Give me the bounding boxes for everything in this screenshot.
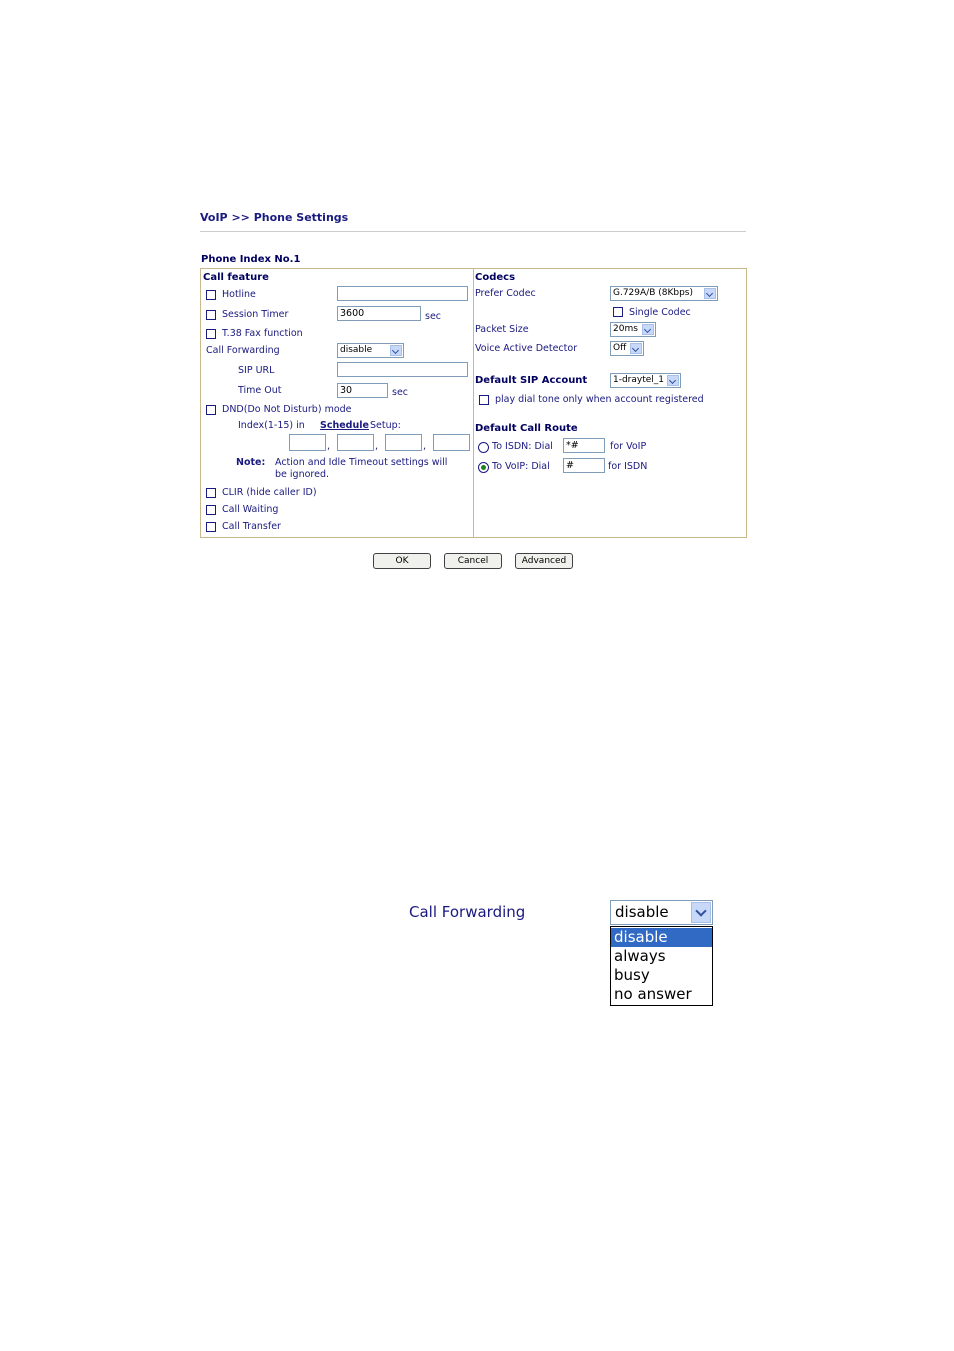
call-transfer-checkbox[interactable] xyxy=(206,522,216,532)
call-transfer-label: Call Transfer xyxy=(222,521,281,532)
page-title: VoIP >> Phone Settings xyxy=(200,211,349,224)
session-timer-label: Session Timer xyxy=(222,309,289,320)
ok-button[interactable]: OK xyxy=(373,553,431,569)
dropdown-option-busy[interactable]: busy xyxy=(611,966,712,985)
schedule-link[interactable]: Schedule xyxy=(320,420,369,431)
advanced-button[interactable]: Advanced xyxy=(515,553,573,569)
packet-size-select[interactable]: 20ms xyxy=(610,322,656,337)
single-codec-checkbox[interactable] xyxy=(613,307,623,317)
call-forwarding-value: disable xyxy=(340,345,373,355)
dial-tone-label: play dial tone only when account registe… xyxy=(495,394,704,405)
to-voip-suffix: for ISDN xyxy=(608,461,648,472)
schedule-separator: , xyxy=(375,441,379,452)
note-text-line1: Action and Idle Timeout settings will xyxy=(275,457,448,468)
vad-value: Off xyxy=(613,343,627,353)
title-divider xyxy=(200,231,746,232)
call-forwarding-label: Call Forwarding xyxy=(206,345,280,356)
time-out-label: Time Out xyxy=(238,385,282,396)
phone-index-title: Phone Index No.1 xyxy=(201,254,301,265)
hotline-input[interactable] xyxy=(337,286,468,301)
dropdown-option-disable[interactable]: disable xyxy=(611,928,712,947)
chevron-down-icon xyxy=(691,902,711,923)
single-codec-label: Single Codec xyxy=(629,307,691,318)
chevron-down-icon xyxy=(642,324,654,335)
prefer-codec-label: Prefer Codec xyxy=(475,288,536,299)
note-label: Note: xyxy=(236,457,266,468)
zoom-call-forwarding-label: Call Forwarding xyxy=(409,903,526,921)
default-sip-heading: Default SIP Account xyxy=(475,375,588,386)
dial-tone-checkbox[interactable] xyxy=(479,395,489,405)
chevron-down-icon xyxy=(704,288,716,299)
session-timer-checkbox[interactable] xyxy=(206,310,216,320)
session-timer-input[interactable]: 3600 xyxy=(337,306,421,321)
default-sip-value: 1-draytel_1 xyxy=(613,375,665,385)
schedule-prefix: Index(1-15) in xyxy=(238,420,305,431)
call-waiting-checkbox[interactable] xyxy=(206,505,216,515)
dropdown-option-no-answer[interactable]: no answer xyxy=(611,985,712,1004)
prefer-codec-select[interactable]: G.729A/B (8Kbps) xyxy=(610,286,718,301)
dnd-checkbox[interactable] xyxy=(206,405,216,415)
packet-size-label: Packet Size xyxy=(475,324,529,335)
sip-url-label: SIP URL xyxy=(238,365,275,376)
sip-url-input[interactable] xyxy=(337,362,468,377)
zoom-dropdown-list: disable always busy no answer xyxy=(610,926,713,1006)
t38-fax-checkbox[interactable] xyxy=(206,329,216,339)
schedule-index-4[interactable] xyxy=(433,434,470,451)
call-forwarding-select[interactable]: disable xyxy=(337,343,404,358)
to-voip-label: To VoIP: Dial xyxy=(492,461,550,472)
zoom-selected-value: disable xyxy=(615,903,669,921)
zoom-call-forwarding-select[interactable]: disable xyxy=(610,900,713,925)
to-isdn-suffix: for VoIP xyxy=(610,441,647,452)
vad-select[interactable]: Off xyxy=(610,341,644,356)
chevron-down-icon xyxy=(667,375,679,386)
clir-label: CLIR (hide caller ID) xyxy=(222,487,317,498)
schedule-index-1[interactable] xyxy=(289,434,326,451)
prefer-codec-value: G.729A/B (8Kbps) xyxy=(613,288,694,298)
schedule-separator: , xyxy=(327,441,331,452)
hotline-label: Hotline xyxy=(222,289,256,300)
to-isdn-input[interactable]: *# xyxy=(563,438,605,453)
default-route-heading: Default Call Route xyxy=(475,423,578,434)
time-out-input[interactable]: 30 xyxy=(337,383,388,398)
t38-fax-label: T.38 Fax function xyxy=(222,328,303,339)
note-text-line2: be ignored. xyxy=(275,469,329,480)
vad-label: Voice Active Detector xyxy=(475,343,578,354)
time-out-unit: sec xyxy=(392,387,409,398)
dropdown-option-always[interactable]: always xyxy=(611,947,712,966)
schedule-suffix: Setup: xyxy=(370,420,401,431)
to-isdn-label: To ISDN: Dial xyxy=(492,441,553,452)
hotline-checkbox[interactable] xyxy=(206,290,216,300)
schedule-index-2[interactable] xyxy=(337,434,374,451)
to-voip-input[interactable]: # xyxy=(563,458,605,473)
clir-checkbox[interactable] xyxy=(206,488,216,498)
chevron-down-icon xyxy=(390,345,402,356)
to-isdn-radio[interactable] xyxy=(478,442,489,453)
call-waiting-label: Call Waiting xyxy=(222,504,279,515)
codecs-heading: Codecs xyxy=(475,272,516,283)
default-sip-select[interactable]: 1-draytel_1 xyxy=(610,373,681,388)
to-voip-radio[interactable] xyxy=(478,462,489,473)
chevron-down-icon xyxy=(630,343,642,354)
dnd-label: DND(Do Not Disturb) mode xyxy=(222,404,352,415)
call-feature-heading: Call feature xyxy=(203,272,269,283)
cancel-button[interactable]: Cancel xyxy=(444,553,502,569)
schedule-index-3[interactable] xyxy=(385,434,422,451)
packet-size-value: 20ms xyxy=(613,324,638,334)
schedule-separator: , xyxy=(423,441,427,452)
session-timer-unit: sec xyxy=(425,311,442,322)
